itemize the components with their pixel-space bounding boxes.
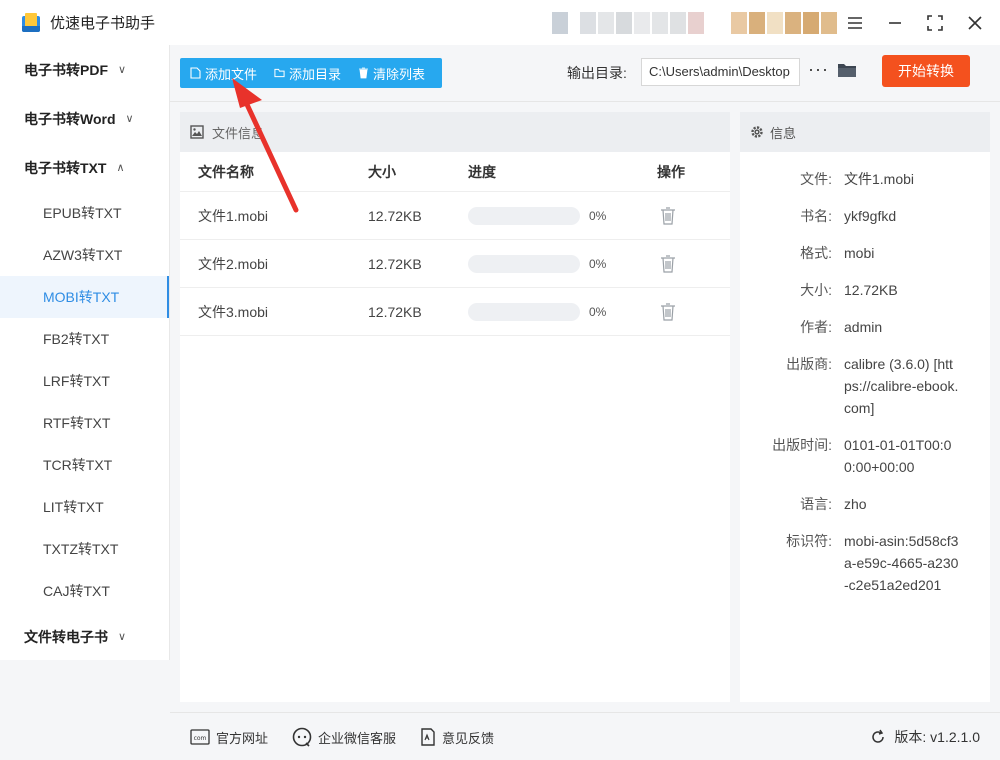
close-icon[interactable]: [966, 14, 984, 32]
file-panel-header: 文件信息: [180, 112, 730, 152]
chevron-down-icon: ∨: [125, 113, 134, 125]
file-name: 文件1.mobi: [198, 208, 269, 224]
maximize-icon[interactable]: [926, 14, 944, 32]
output-dir-input[interactable]: C:\Users\admin\Desktop: [641, 58, 800, 86]
info-field-format: 格式: mobi: [800, 245, 875, 261]
table-row[interactable]: 文件2.mobi 12.72KB 0%: [180, 240, 730, 288]
app-logo-icon: [20, 12, 42, 34]
clear-list-button[interactable]: 清除列表: [348, 58, 432, 88]
file-size: 12.72KB: [368, 208, 422, 224]
col-name-header: 文件名称: [198, 164, 254, 180]
info-panel: 信息 文件: 文件1.mobi 书名: ykf9gfkd 格式: mobi 大小: 12…: [740, 112, 990, 702]
info-field-author: 作者: admin: [800, 319, 883, 335]
chevron-down-icon: ∨: [118, 631, 127, 643]
delete-icon[interactable]: [660, 255, 676, 273]
minimize-icon[interactable]: [886, 14, 904, 32]
start-convert-button[interactable]: 开始转换: [882, 55, 970, 87]
open-folder-icon[interactable]: [837, 61, 857, 79]
blurred-user-info: [552, 12, 704, 34]
file-icon: [190, 67, 201, 79]
table-row[interactable]: 文件1.mobi 12.72KB 0%: [180, 192, 730, 240]
sidebar-item-epub-to-txt[interactable]: EPUB转TXT: [0, 192, 169, 234]
table-header: 文件名称 大小 进度 操作: [180, 152, 730, 192]
sidebar-item-azw3-to-txt[interactable]: AZW3转TXT: [0, 234, 169, 276]
sidebar-item-rtf-to-txt[interactable]: RTF转TXT: [0, 402, 169, 444]
col-size-header: 大小: [368, 164, 396, 180]
toolbar: 添加文件 添加目录 清除列表 输出目录: C:\Users\admin\Desk…: [170, 45, 1000, 102]
col-action-header: 操作: [657, 164, 685, 180]
nav-group-ebook-to-txt[interactable]: 电子书转TXT ∧: [0, 143, 169, 192]
sidebar-item-caj-to-txt[interactable]: CAJ转TXT: [0, 570, 169, 612]
sidebar-item-lrf-to-txt[interactable]: LRF转TXT: [0, 360, 169, 402]
info-field-list: 文件: 文件1.mobi 书名: ykf9gfkd 格式: mobi 大小: 12.72…: [740, 168, 990, 611]
progress-text: 0%: [589, 209, 607, 223]
delete-icon[interactable]: [660, 207, 676, 225]
table-row[interactable]: 文件3.mobi 12.72KB 0%: [180, 288, 730, 336]
info-field-size: 大小: 12.72KB: [800, 282, 898, 298]
file-name: 文件3.mobi: [198, 304, 269, 320]
sidebar-item-lit-to-txt[interactable]: LIT转TXT: [0, 486, 169, 528]
refresh-icon: [872, 729, 885, 743]
title-bar: 优速电子书助手: [0, 0, 1000, 45]
sidebar-item-mobi-to-txt[interactable]: MOBI转TXT: [0, 276, 169, 318]
feedback-link[interactable]: 意见反馈: [420, 713, 494, 760]
chevron-down-icon: ∨: [118, 64, 127, 76]
image-icon: [190, 125, 204, 139]
wechat-icon: [292, 727, 312, 747]
more-options-button[interactable]: ···: [808, 59, 829, 80]
progress-bar: [468, 207, 580, 225]
nav-group-ebook-to-pdf[interactable]: 电子书转PDF ∨: [0, 45, 169, 94]
trash-icon: [359, 67, 369, 79]
website-icon: com: [190, 729, 210, 745]
progress-bar: [468, 255, 580, 273]
add-file-button[interactable]: 添加文件: [180, 58, 264, 88]
sidebar: 电子书转PDF ∨ 电子书转Word ∨ 电子书转TXT ∧ EPUB转TXT …: [0, 45, 170, 660]
file-name: 文件2.mobi: [198, 256, 269, 272]
wechat-support-link[interactable]: 企业微信客服: [292, 713, 396, 760]
version-info: 版本: v1.2.1.0: [870, 713, 980, 760]
info-field-pubdate: 出版时间: 0101-01-01T00:00:00+00:00: [772, 437, 952, 475]
file-size: 12.72KB: [368, 304, 422, 320]
info-panel-header: 信息: [740, 112, 990, 152]
progress-text: 0%: [589, 305, 607, 319]
nav-group-ebook-to-word[interactable]: 电子书转Word ∨: [0, 94, 169, 143]
sidebar-item-txtz-to-txt[interactable]: TXTZ转TXT: [0, 528, 169, 570]
file-size: 12.72KB: [368, 256, 422, 272]
blurred-avatar: [731, 12, 837, 34]
delete-icon[interactable]: [660, 303, 676, 321]
file-list-panel: 文件信息 文件名称 大小 进度 操作 文件1.mobi 12.72KB 0% 文…: [180, 112, 730, 702]
progress-bar: [468, 303, 580, 321]
chevron-up-icon: ∧: [116, 162, 125, 174]
gear-icon: [751, 126, 763, 138]
file-button-group: 添加文件 添加目录 清除列表: [180, 58, 442, 88]
col-progress-header: 进度: [468, 164, 496, 180]
folder-icon: [274, 68, 285, 78]
sidebar-item-tcr-to-txt[interactable]: TCR转TXT: [0, 444, 169, 486]
feedback-icon: [421, 728, 435, 746]
add-directory-button[interactable]: 添加目录: [264, 58, 348, 88]
output-dir-label: 输出目录:: [567, 65, 627, 81]
menu-icon[interactable]: [846, 14, 864, 32]
info-field-identifier: 标识符: mobi-asin:5d58cf3a-e59c-4665-a230-c2…: [786, 533, 959, 593]
progress-text: 0%: [589, 257, 607, 271]
app-title: 优速电子书助手: [50, 15, 156, 32]
info-field-language: 语言: zho: [800, 496, 867, 512]
official-website-link[interactable]: com 官方网址: [190, 713, 268, 760]
svg-text:com: com: [194, 735, 207, 742]
info-field-publisher: 出版商: calibre (3.6.0) [https://calibre-ebo…: [786, 356, 959, 416]
nav-group-file-to-ebook[interactable]: 文件转电子书 ∨: [0, 612, 169, 661]
info-field-file: 文件: 文件1.mobi: [800, 171, 915, 187]
info-field-title: 书名: ykf9gfkd: [800, 208, 897, 224]
footer: com 官方网址 企业微信客服 意见反馈 版本: v1.2.1.0: [170, 712, 1000, 760]
sidebar-item-fb2-to-txt[interactable]: FB2转TXT: [0, 318, 169, 360]
